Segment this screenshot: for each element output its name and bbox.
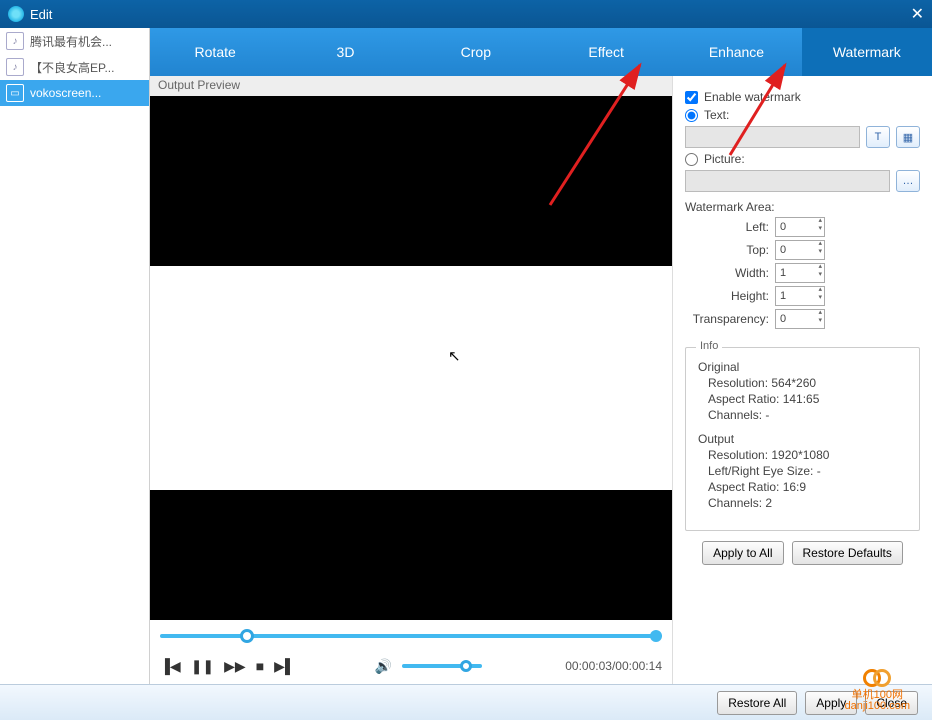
apply-button[interactable]: Apply [805, 691, 857, 715]
footer: Restore All Apply Close [0, 684, 932, 720]
seek-slider[interactable] [160, 626, 662, 646]
text-input[interactable] [685, 126, 860, 148]
left-spinner[interactable]: 0 [775, 217, 825, 237]
picture-radio[interactable] [685, 153, 698, 166]
video-frame [150, 266, 672, 490]
volume-slider[interactable] [402, 664, 482, 668]
original-ch: Channels: - [708, 408, 911, 422]
output-eye: Left/Right Eye Size: - [708, 464, 911, 478]
font-button[interactable]: T [866, 126, 890, 148]
top-spinner[interactable]: 0 [775, 240, 825, 260]
left-label: Left: [685, 220, 769, 234]
player-controls: ▐◀ ❚❚ ▶▶ ■ ▶▌ 🔊 00:00:03/00:00:14 [150, 648, 672, 684]
prev-button[interactable]: ▐◀ [160, 658, 181, 675]
restore-all-button[interactable]: Restore All [717, 691, 797, 715]
enable-watermark-checkbox[interactable] [685, 91, 698, 104]
apply-all-button[interactable]: Apply to All [702, 541, 783, 565]
tab-effect[interactable]: Effect [541, 28, 671, 76]
app-icon [8, 6, 24, 22]
tab-watermark[interactable]: Watermark [802, 28, 932, 76]
next-button[interactable]: ▶▌ [274, 658, 295, 675]
preview-label: Output Preview [150, 76, 672, 96]
list-item[interactable]: ♪ 腾讯最有机会... [0, 28, 149, 54]
output-res: Resolution: 1920*1080 [708, 448, 911, 462]
file-list: ♪ 腾讯最有机会... ♪ 【不良女高EP... ▭ vokoscreen... [0, 28, 150, 684]
area-label: Watermark Area: [685, 200, 920, 214]
music-icon: ♪ [6, 58, 24, 76]
window-title: Edit [30, 7, 52, 22]
trans-label: Transparency: [685, 312, 769, 326]
original-head: Original [698, 360, 911, 374]
file-label: 【不良女高EP... [30, 59, 114, 76]
cursor-icon: ↖ [448, 347, 461, 365]
trans-spinner[interactable]: 0 [775, 309, 825, 329]
info-group: Info Original Resolution: 564*260 Aspect… [685, 347, 920, 531]
picture-input[interactable] [685, 170, 890, 192]
music-icon: ♪ [6, 32, 24, 50]
height-label: Height: [685, 289, 769, 303]
text-radio-label: Text: [704, 108, 729, 122]
color-button[interactable]: ▦ [896, 126, 920, 148]
restore-defaults-button[interactable]: Restore Defaults [792, 541, 903, 565]
tab-crop[interactable]: Crop [411, 28, 541, 76]
close-button[interactable]: Close [865, 691, 918, 715]
info-legend: Info [696, 340, 722, 352]
pause-button[interactable]: ❚❚ [191, 658, 214, 675]
list-item[interactable]: ♪ 【不良女高EP... [0, 54, 149, 80]
original-res: Resolution: 564*260 [708, 376, 911, 390]
picture-radio-label: Picture: [704, 152, 745, 166]
enable-watermark-label: Enable watermark [704, 90, 801, 104]
output-ar: Aspect Ratio: 16:9 [708, 480, 911, 494]
volume-icon[interactable]: 🔊 [375, 658, 392, 675]
title-bar: Edit ✕ [0, 0, 932, 28]
height-spinner[interactable]: 1 [775, 286, 825, 306]
file-label: 腾讯最有机会... [30, 33, 112, 50]
ff-button[interactable]: ▶▶ [224, 658, 246, 675]
browse-button[interactable]: … [896, 170, 920, 192]
tab-enhance[interactable]: Enhance [671, 28, 801, 76]
original-ar: Aspect Ratio: 141:65 [708, 392, 911, 406]
preview-area: ↖ [150, 96, 672, 620]
video-icon: ▭ [6, 84, 24, 102]
width-spinner[interactable]: 1 [775, 263, 825, 283]
file-label: vokoscreen... [30, 86, 101, 100]
output-ch: Channels: 2 [708, 496, 911, 510]
output-head: Output [698, 432, 911, 446]
width-label: Width: [685, 266, 769, 280]
list-item[interactable]: ▭ vokoscreen... [0, 80, 149, 106]
top-label: Top: [685, 243, 769, 257]
tab-3d[interactable]: 3D [280, 28, 410, 76]
watermark-panel: Enable watermark Text: T ▦ Picture: [672, 76, 932, 684]
tab-bar: Rotate 3D Crop Effect Enhance Watermark [150, 28, 932, 76]
tab-rotate[interactable]: Rotate [150, 28, 280, 76]
stop-button[interactable]: ■ [256, 658, 264, 674]
text-radio[interactable] [685, 109, 698, 122]
time-display: 00:00:03/00:00:14 [565, 659, 662, 673]
close-icon[interactable]: ✕ [911, 4, 924, 24]
